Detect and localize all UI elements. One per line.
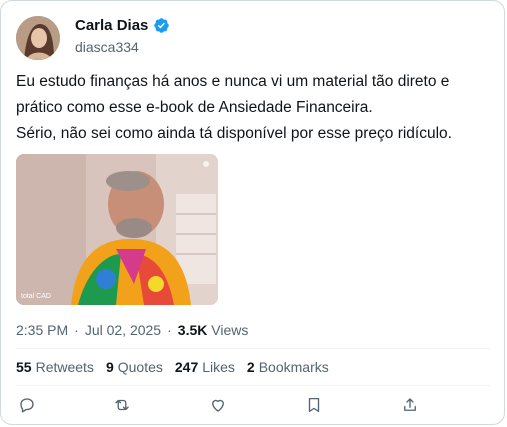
likes-label: Likes xyxy=(202,359,235,375)
avatar[interactable] xyxy=(16,16,60,60)
tweet-card: Carla Dias diasca334 Eu estudo finanças … xyxy=(0,0,505,425)
tweet-time[interactable]: 2:35 PM xyxy=(16,322,68,338)
retweets-stat[interactable]: 55 Retweets xyxy=(16,359,94,375)
views-label: Views xyxy=(211,322,249,338)
tweet-text-line: Eu estudo finanças há anos e nunca vi um… xyxy=(16,73,450,90)
meta-separator: · xyxy=(74,322,79,338)
tweet-text: Eu estudo finanças há anos e nunca vi um… xyxy=(16,69,491,147)
divider xyxy=(16,385,491,386)
like-button[interactable] xyxy=(207,394,229,416)
views-stat: 3.5K Views xyxy=(178,322,249,338)
bookmark-button[interactable] xyxy=(303,394,325,416)
action-bar xyxy=(16,394,491,416)
reply-button[interactable] xyxy=(16,394,38,416)
retweet-icon xyxy=(115,399,129,411)
share-button[interactable] xyxy=(399,394,421,416)
tweet-date[interactable]: Jul 02, 2025 xyxy=(85,322,161,338)
tweet-text-line: prático como esse e-book de Ansiedade Fi… xyxy=(16,99,373,116)
like-icon xyxy=(212,399,224,412)
verified-badge-icon xyxy=(153,17,170,34)
retweets-label: Retweets xyxy=(35,359,94,375)
author-name[interactable]: Carla Dias xyxy=(75,17,148,34)
tweet-media-image[interactable]: total CAD xyxy=(16,154,218,305)
quotes-label: Quotes xyxy=(117,359,163,375)
reply-icon xyxy=(20,398,34,413)
engagement-stats: 55 Retweets 9 Quotes 247 Likes 2 Bookmarks xyxy=(16,359,329,375)
likes-stat[interactable]: 247 Likes xyxy=(175,359,235,375)
author-handle[interactable]: diasca334 xyxy=(75,39,139,55)
bookmarks-stat[interactable]: 2 Bookmarks xyxy=(247,359,329,375)
views-count: 3.5K xyxy=(177,322,208,338)
divider xyxy=(16,348,491,349)
tweet-text-line: Sério, não sei como ainda tá disponível … xyxy=(16,125,452,142)
media-watermark: total CAD xyxy=(21,293,51,300)
bookmarks-label: Bookmarks xyxy=(258,359,329,375)
retweets-count: 55 xyxy=(16,359,32,375)
meta-separator: · xyxy=(167,322,172,338)
bookmark-icon xyxy=(308,397,320,413)
bookmarks-count: 2 xyxy=(246,359,255,375)
author-name-row: Carla Dias xyxy=(75,17,170,34)
retweet-button[interactable] xyxy=(111,394,133,416)
likes-count: 247 xyxy=(174,359,199,375)
quotes-stat[interactable]: 9 Quotes xyxy=(106,359,163,375)
tweet-meta: 2:35 PM · Jul 02, 2025 · 3.5K Views xyxy=(16,322,248,338)
quotes-count: 9 xyxy=(105,359,114,375)
share-icon xyxy=(404,398,416,411)
